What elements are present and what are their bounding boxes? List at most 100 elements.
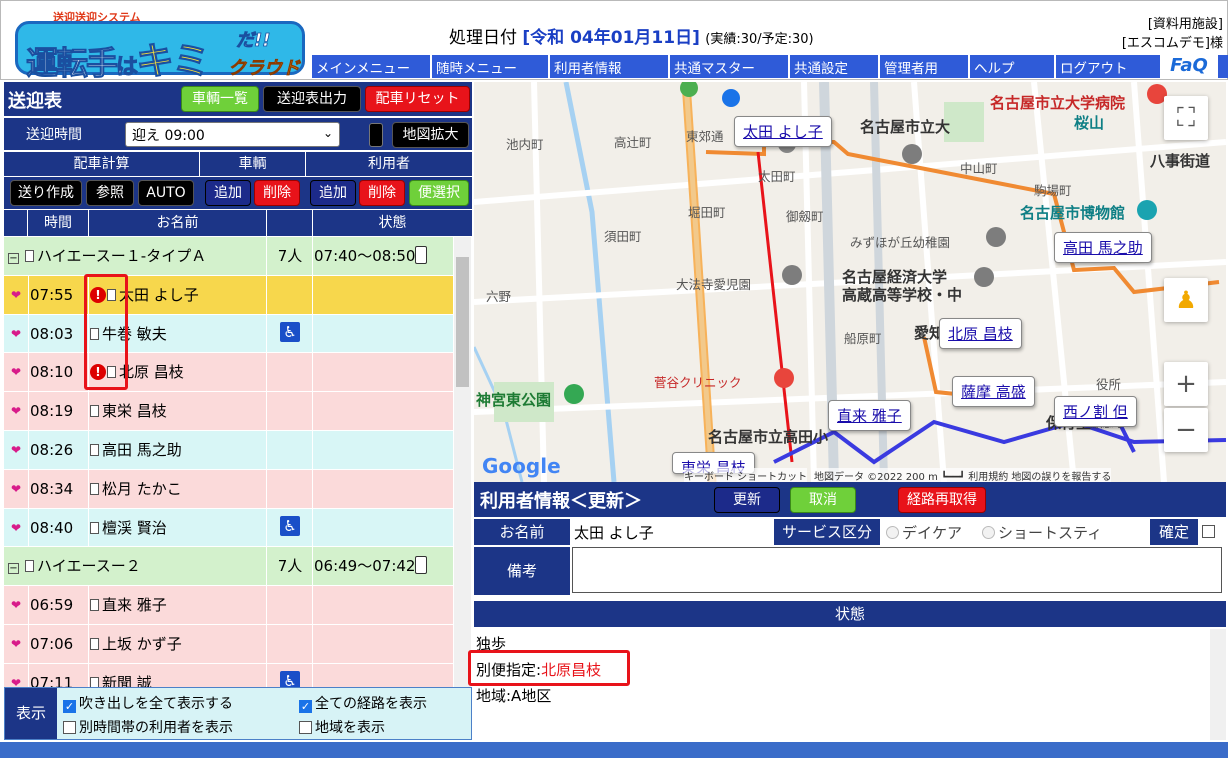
calculator-icon[interactable]: [415, 556, 428, 575]
user-name[interactable]: 上坂 かず子: [102, 635, 182, 653]
map-zoom-button[interactable]: 地図拡大: [392, 122, 469, 148]
zoom-out-icon[interactable]: −: [1164, 408, 1208, 452]
route-map[interactable]: 池内町 高辻町 東郊通 太田町 堀田町 須田町 六野 御劔町 中山町 駒場町 船…: [474, 82, 1226, 482]
document-icon[interactable]: [90, 521, 99, 534]
calculator-icon[interactable]: [415, 246, 428, 264]
collapse-icon[interactable]: −: [8, 253, 19, 264]
checkbox-icon[interactable]: [63, 721, 76, 734]
map-callout-user[interactable]: 直来 雅子: [828, 400, 911, 431]
user-name[interactable]: 新聞 誠: [102, 674, 152, 687]
expand-chevron-icon[interactable]: ❤: [4, 470, 28, 508]
user-row[interactable]: ❤ 08:19 東栄 昌枝: [4, 392, 453, 431]
checkbox-checked-icon[interactable]: ✓: [63, 700, 76, 713]
user-row[interactable]: ❤ 07:06 上坂 かず子: [4, 624, 453, 664]
user-name[interactable]: 高田 馬之助: [102, 441, 182, 459]
menu-adhoc[interactable]: 随時メニュー: [432, 55, 550, 78]
document-icon[interactable]: [90, 637, 99, 650]
confirm-checkbox[interactable]: [1202, 522, 1218, 540]
user-name[interactable]: 檀渓 賢治: [102, 519, 167, 537]
expand-chevron-icon[interactable]: ❤: [4, 353, 28, 391]
user-name[interactable]: 北原 昌枝: [119, 363, 184, 381]
expand-chevron-icon[interactable]: ❤: [4, 315, 28, 353]
service-radio-daycare[interactable]: デイケア: [886, 522, 962, 543]
user-row[interactable]: ❤ 06:59 直来 雅子: [4, 586, 453, 625]
map-callout-user[interactable]: 北原 昌枝: [939, 318, 1022, 349]
select-trip-button[interactable]: 便選択: [409, 180, 469, 206]
dispatch-reset-button[interactable]: 配車リセット: [365, 86, 470, 112]
expand-chevron-icon[interactable]: ❤: [4, 392, 28, 430]
auto-button[interactable]: AUTO: [138, 180, 194, 206]
faq-button[interactable]: FaQ: [1160, 55, 1218, 78]
cancel-button[interactable]: 取消: [790, 487, 856, 513]
reference-button[interactable]: 参照: [86, 180, 134, 206]
menu-main[interactable]: メインメニュー: [312, 55, 432, 78]
user-row[interactable]: ❤ 08:26 高田 馬之助: [4, 430, 453, 470]
document-icon[interactable]: [90, 599, 99, 612]
show-area-checkbox[interactable]: 地域を表示: [299, 717, 385, 737]
street-view-pegman-icon[interactable]: ♟: [1164, 278, 1208, 322]
service-radio-shortstay[interactable]: ショートスティ: [982, 522, 1102, 543]
map-callout-user[interactable]: 薩摩 高盛: [952, 376, 1035, 407]
document-icon[interactable]: [90, 676, 99, 687]
vehicle-group-row[interactable]: − ハイエースー２ 7人 06:49〜07:42: [4, 547, 453, 587]
checkbox-icon[interactable]: [299, 721, 312, 734]
schedule-scrollbar[interactable]: [454, 237, 471, 687]
checkbox-checked-icon[interactable]: ✓: [299, 700, 312, 713]
map-callout-user[interactable]: 太田 よし子: [734, 116, 832, 147]
user-row[interactable]: ❤ 08:34 松月 たかこ: [4, 469, 453, 509]
vehicle-group-row[interactable]: − ハイエースー１-タイプＡ 7人 07:40〜08:50: [4, 237, 453, 276]
menu-common-master[interactable]: 共通マスター: [670, 55, 790, 78]
user-name[interactable]: 太田 よし子: [119, 286, 199, 304]
checkbox-icon[interactable]: [1202, 525, 1215, 538]
radio-icon[interactable]: [982, 526, 995, 539]
map-callout-user[interactable]: 西ノ割 但: [1054, 396, 1137, 427]
map-attribution[interactable]: 地図データ ©2022 200 m ┗━━┛ 利用規約 地図の誤りを報告する: [814, 468, 1112, 482]
user-row[interactable]: ❤ 08:10 ! 北原 昌枝: [4, 353, 453, 393]
collapse-icon[interactable]: −: [8, 563, 19, 575]
expand-chevron-icon[interactable]: ❤: [4, 625, 28, 663]
expand-chevron-icon[interactable]: ❤: [4, 509, 28, 547]
menu-user-info[interactable]: 利用者情報: [550, 55, 670, 78]
menu-admin[interactable]: 管理者用: [880, 55, 970, 78]
document-icon[interactable]: [90, 405, 99, 418]
vehicle-delete-button[interactable]: 削除: [254, 180, 300, 206]
user-row[interactable]: ❤ 08:03 牛巻 敏夫 ♿: [4, 314, 453, 354]
vehicle-add-button[interactable]: 追加: [205, 180, 251, 206]
document-icon[interactable]: [90, 482, 99, 495]
user-name[interactable]: 直来 雅子: [102, 596, 167, 614]
zoom-in-icon[interactable]: +: [1164, 362, 1208, 406]
expand-chevron-icon[interactable]: ❤: [4, 586, 28, 624]
menu-common-settings[interactable]: 共通設定: [790, 55, 880, 78]
show-routes-checkbox[interactable]: ✓ 全ての経路を表示: [299, 693, 427, 713]
toggle-button[interactable]: [369, 123, 383, 147]
radio-icon[interactable]: [886, 526, 899, 539]
fullscreen-icon[interactable]: ⛶: [1164, 96, 1208, 140]
user-delete-button[interactable]: 削除: [359, 180, 405, 206]
map-callout-user[interactable]: 高田 馬之助: [1054, 232, 1152, 263]
status-scrollbar[interactable]: [1210, 629, 1226, 740]
remarks-textarea[interactable]: [572, 547, 1222, 593]
keyboard-shortcuts-link[interactable]: キーボード ショートカット: [684, 468, 808, 482]
vehicle-list-button[interactable]: 車輌一覧: [181, 86, 259, 112]
expand-chevron-icon[interactable]: ❤: [4, 276, 28, 314]
print-schedule-button[interactable]: 送迎表出力: [263, 86, 361, 112]
document-icon[interactable]: [90, 443, 99, 456]
time-select[interactable]: 迎え 09:00 ⌄: [125, 122, 340, 147]
user-name[interactable]: 松月 たかこ: [102, 480, 182, 498]
create-dropoff-button[interactable]: 送り作成: [10, 180, 82, 206]
user-row[interactable]: ❤ 07:11 新聞 誠 ♿: [4, 663, 453, 687]
menu-logout[interactable]: ログアウト: [1056, 55, 1160, 78]
show-balloons-checkbox[interactable]: ✓ 吹き出しを全て表示する: [63, 693, 233, 713]
menu-help[interactable]: ヘルプ: [970, 55, 1056, 78]
user-row[interactable]: ❤ 08:40 檀渓 賢治 ♿: [4, 508, 453, 548]
expand-chevron-icon[interactable]: ❤: [4, 431, 28, 469]
update-button[interactable]: 更新: [714, 487, 780, 513]
user-name[interactable]: 東栄 昌枝: [102, 402, 167, 420]
user-row[interactable]: ❤ 07:55 ! 太田 よし子: [4, 275, 453, 315]
reroute-button[interactable]: 経路再取得: [898, 487, 986, 513]
other-time-checkbox[interactable]: 別時間帯の利用者を表示: [63, 717, 233, 737]
scrollbar-thumb[interactable]: [456, 257, 469, 387]
expand-chevron-icon[interactable]: ❤: [4, 664, 28, 687]
map-town-label: 堀田町: [688, 205, 726, 220]
user-add-button[interactable]: 追加: [310, 180, 356, 206]
